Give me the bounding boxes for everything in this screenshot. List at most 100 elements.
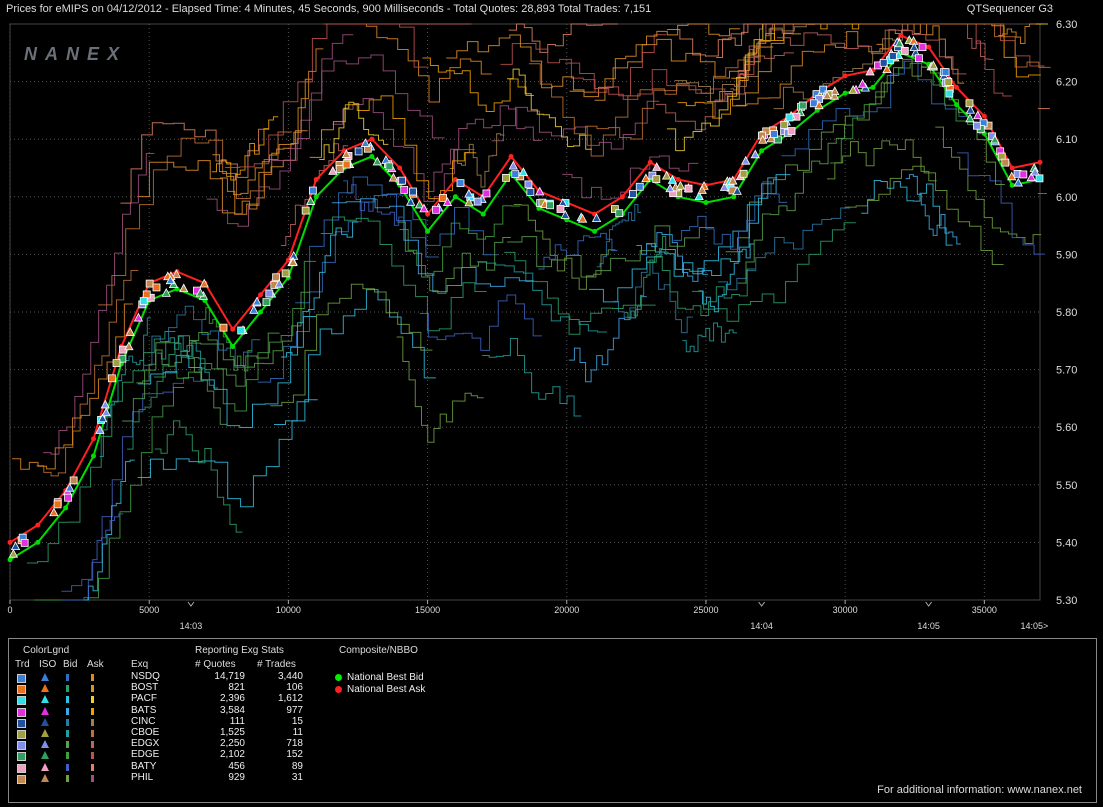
trade-marker xyxy=(556,205,565,213)
bid-swatch xyxy=(66,763,69,771)
x-tick-label: 0 xyxy=(7,605,12,615)
ask-swatch xyxy=(91,774,94,782)
y-tick-label: 6.30 xyxy=(1056,19,1077,31)
time-marker-label: 14:03 xyxy=(180,621,203,631)
bid-swatch xyxy=(66,730,69,737)
trade-marker xyxy=(972,121,981,130)
exchange-trades: 718 xyxy=(286,738,303,750)
exchange-trades: 31 xyxy=(291,771,303,783)
series-point xyxy=(731,194,737,200)
trade-marker xyxy=(1019,170,1028,179)
trade-marker xyxy=(652,175,661,184)
exchange-name: CINC xyxy=(131,715,156,727)
exchange-name: BATS xyxy=(131,704,157,716)
app-name: QTSequencer G3 xyxy=(966,3,1053,15)
bid-swatch xyxy=(66,774,69,782)
ask-swatch xyxy=(91,730,94,737)
series-point xyxy=(675,177,681,183)
exchange-quotes: 3,584 xyxy=(219,704,245,716)
ask-swatch xyxy=(91,763,94,771)
ask-swatch xyxy=(91,696,94,704)
series-point xyxy=(619,194,625,200)
trade-marker xyxy=(262,298,271,307)
trade-marker xyxy=(139,297,148,306)
trade-marker xyxy=(526,188,535,196)
trade-marker xyxy=(888,52,897,60)
iso-triangle-icon xyxy=(41,740,49,749)
series-point xyxy=(1009,165,1015,171)
series-point xyxy=(452,194,458,200)
series-point xyxy=(898,33,904,39)
series-point xyxy=(480,211,486,217)
series-point xyxy=(313,177,319,183)
time-marker-label: 14:04 xyxy=(750,621,773,631)
trade-marker xyxy=(432,205,440,214)
series-point xyxy=(7,539,13,545)
trade-marker xyxy=(272,273,281,282)
series-point xyxy=(1037,159,1043,165)
trd-swatch xyxy=(17,707,26,717)
series-point xyxy=(1009,182,1015,188)
ask-swatch xyxy=(91,718,94,726)
exchange-quotes: 821 xyxy=(228,682,245,694)
iso-triangle-icon xyxy=(41,751,49,760)
series-point xyxy=(63,505,69,511)
y-tick-label: 5.90 xyxy=(1056,249,1077,261)
y-tick-label: 5.40 xyxy=(1056,537,1077,549)
series-point xyxy=(425,211,431,217)
exchange-quotes: 2,250 xyxy=(219,738,245,750)
series-point xyxy=(35,539,41,545)
bid-swatch xyxy=(66,741,69,749)
col-ask: Ask xyxy=(87,659,104,670)
y-tick-label: 5.70 xyxy=(1056,365,1077,377)
series-point xyxy=(508,153,514,159)
col-trd: Trd xyxy=(15,659,30,670)
series-point xyxy=(258,292,264,298)
trade-marker xyxy=(265,289,274,298)
nbbo-ask-label: National Best Ask xyxy=(347,684,426,695)
exchange-trades: 11 xyxy=(292,727,303,738)
exchange-name: BOST xyxy=(131,682,159,694)
series-point xyxy=(230,326,236,332)
exchange-name: CBOE xyxy=(131,727,160,738)
series-point xyxy=(842,73,848,79)
x-tick-label: 20000 xyxy=(554,605,579,615)
exchange-quotes: 2,102 xyxy=(219,749,245,761)
x-tick-label: 30000 xyxy=(833,605,858,615)
trade-marker xyxy=(965,99,974,108)
series-point xyxy=(313,194,319,200)
exchange-quotes: 456 xyxy=(228,760,245,772)
exchange-quotes: 111 xyxy=(229,715,245,727)
trade-marker xyxy=(145,279,154,288)
trade-marker xyxy=(398,176,407,185)
col-bid: Bid xyxy=(63,659,78,670)
trd-swatch xyxy=(17,774,26,784)
trade-marker xyxy=(944,78,953,86)
iso-triangle-icon xyxy=(41,773,49,782)
series-point xyxy=(230,344,236,350)
trade-marker xyxy=(780,121,789,129)
y-tick-label: 6.20 xyxy=(1056,77,1077,89)
series-point xyxy=(870,84,876,90)
trade-marker xyxy=(770,130,778,138)
trade-marker xyxy=(385,162,394,171)
y-tick-label: 6.10 xyxy=(1056,134,1077,146)
iso-triangle-icon xyxy=(41,729,49,737)
ask-swatch xyxy=(91,685,94,693)
trade-marker xyxy=(142,290,151,299)
chart-area[interactable]: NANEX 6.30 6.20 6.10 6.00 5.90 5.80 5.70 5.60 5.5… xyxy=(0,18,1103,636)
col-quotes: # Quotes xyxy=(195,659,236,670)
bid-swatch xyxy=(66,696,69,704)
y-tick-label: 5.50 xyxy=(1056,480,1077,492)
series-point xyxy=(953,102,959,108)
price-chart[interactable]: NANEX 6.30 6.20 6.10 6.00 5.90 5.80 5.70 5.60 5.5… xyxy=(0,18,1103,636)
x-tick-label: 15000 xyxy=(415,605,440,615)
nbbo-ask-dot xyxy=(335,686,342,693)
x-tick-label: 35000 xyxy=(972,605,997,615)
series-point xyxy=(91,436,97,442)
trade-marker xyxy=(342,160,351,169)
exchange-trades: 106 xyxy=(286,682,303,694)
series-point xyxy=(258,309,264,315)
trade-marker xyxy=(20,538,29,547)
trade-marker xyxy=(482,189,491,198)
